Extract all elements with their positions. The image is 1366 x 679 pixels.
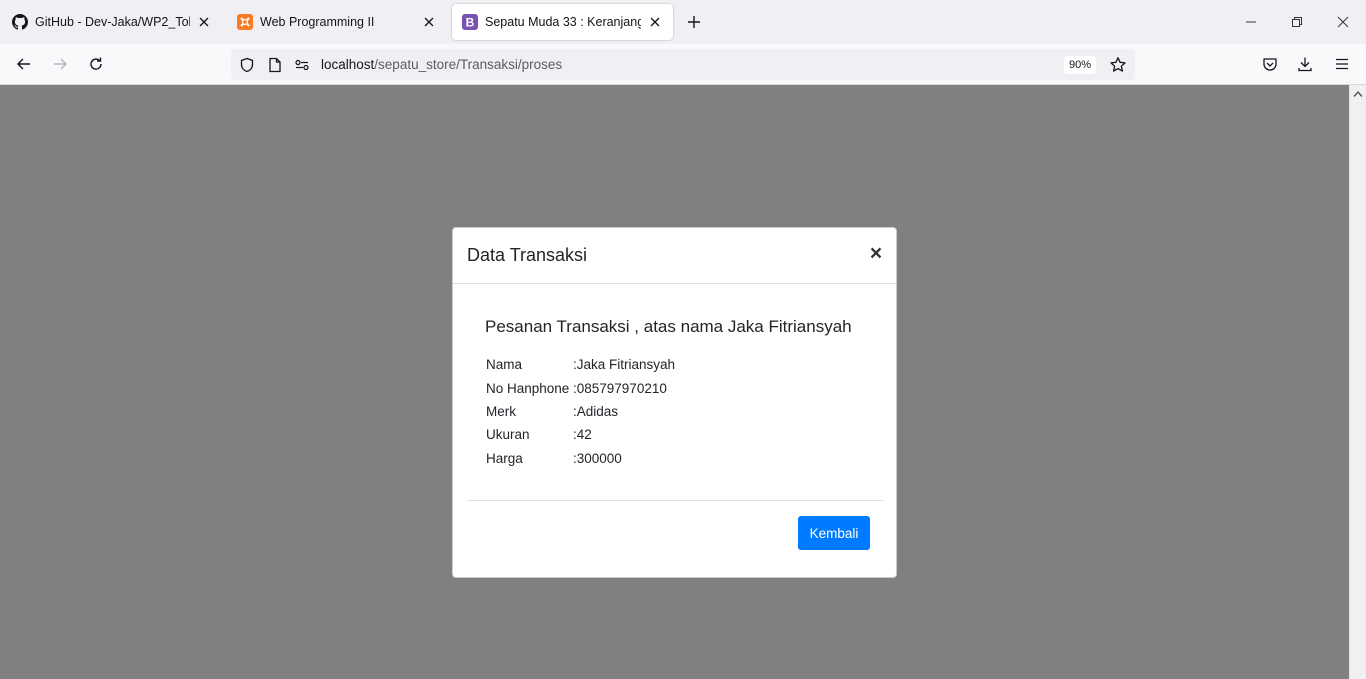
address-bar[interactable]: localhost/sepatu_store/Transaksi/proses …: [231, 49, 1135, 80]
github-icon: [12, 14, 28, 30]
menu-button[interactable]: [1330, 52, 1354, 76]
window-close-button[interactable]: [1329, 8, 1357, 36]
detail-value: :42: [573, 427, 592, 443]
detail-row-ukuran: Ukuran :42: [486, 423, 675, 446]
hamburger-menu-icon: [1336, 58, 1348, 70]
new-tab-button[interactable]: [682, 10, 706, 34]
detail-value: :300000: [573, 450, 622, 466]
arrow-right-icon: [54, 58, 67, 70]
tab-github[interactable]: GitHub - Dev-Jaka/WP2_Toko_s: [2, 4, 222, 40]
zoom-indicator[interactable]: 90%: [1064, 56, 1097, 74]
forward-button[interactable]: [48, 52, 72, 76]
detail-value: :Jaka Fitriansyah: [573, 357, 676, 373]
detail-value: :085797970210: [573, 380, 667, 396]
close-icon: [1337, 16, 1349, 28]
detail-label: No Hanphone: [486, 380, 570, 396]
restore-icon: [1292, 17, 1302, 27]
xampp-icon: [237, 14, 253, 30]
close-icon[interactable]: [196, 14, 212, 30]
downloads-button[interactable]: [1293, 52, 1317, 76]
url-path: /sepatu_store/Transaksi/proses: [374, 57, 563, 72]
detail-row-phone: No Hanphone :085797970210: [486, 376, 675, 399]
bookmark-star-icon[interactable]: [1109, 56, 1127, 74]
modal-title: Data Transaksi: [467, 245, 588, 265]
minimize-button[interactable]: [1237, 8, 1265, 36]
detail-value: :Adidas: [573, 403, 619, 419]
vertical-scrollbar[interactable]: [1349, 85, 1366, 679]
svg-text:B: B: [466, 16, 475, 30]
kembali-button[interactable]: Kembali: [798, 516, 870, 550]
navigation-toolbar: localhost/sepatu_store/Transaksi/proses …: [0, 44, 1366, 85]
tab-title: Web Programming II: [260, 15, 375, 29]
modal-close-button[interactable]: ×: [867, 243, 885, 264]
transaction-heading: Pesanan Transaksi , atas nama Jaka Fitri…: [485, 317, 852, 336]
scroll-up-arrow-icon[interactable]: [1350, 85, 1366, 102]
plus-icon: [688, 16, 700, 28]
restore-button[interactable]: [1283, 8, 1311, 36]
detail-label: Ukuran: [486, 427, 530, 443]
detail-row-harga: Harga :300000: [486, 447, 675, 470]
close-icon[interactable]: [647, 14, 663, 30]
transaction-modal: Data Transaksi × Pesanan Transaksi , ata…: [452, 227, 897, 578]
page-viewport: Data Transaksi × Pesanan Transaksi , ata…: [0, 85, 1349, 679]
detail-label: Nama: [486, 357, 523, 373]
tab-title: Sepatu Muda 33 : Keranjang: [485, 15, 641, 29]
pocket-button[interactable]: [1258, 52, 1282, 76]
detail-row-nama: Nama :Jaka Fitriansyah: [486, 353, 675, 376]
detail-label: Merk: [486, 403, 516, 419]
minimize-icon: [1246, 21, 1256, 23]
page-icon[interactable]: [266, 56, 284, 74]
reload-button[interactable]: [84, 52, 108, 76]
detail-label: Harga: [486, 450, 523, 466]
detail-row-merk: Merk :Adidas: [486, 400, 675, 423]
pocket-icon: [1263, 58, 1277, 71]
shield-icon[interactable]: [238, 56, 256, 74]
back-button[interactable]: [12, 52, 36, 76]
url-text[interactable]: localhost/sepatu_store/Transaksi/proses: [321, 57, 562, 72]
modal-divider: [467, 500, 883, 501]
url-host: localhost: [321, 57, 375, 72]
transaction-details: Nama :Jaka Fitriansyah No Hanphone :0857…: [486, 353, 675, 470]
modal-header: Data Transaksi ×: [453, 228, 896, 284]
reload-icon: [90, 57, 102, 70]
bootstrap-icon: B: [462, 14, 478, 30]
permissions-icon[interactable]: [293, 56, 311, 74]
tab-keranjang[interactable]: B Sepatu Muda 33 : Keranjang: [452, 4, 673, 40]
close-icon[interactable]: [421, 14, 437, 30]
download-icon: [1298, 57, 1312, 72]
arrow-left-icon: [17, 58, 30, 70]
tab-strip: GitHub - Dev-Jaka/WP2_Toko_s Web Program…: [0, 0, 1366, 44]
tab-web-programming[interactable]: Web Programming II: [227, 4, 447, 40]
tab-title: GitHub - Dev-Jaka/WP2_Toko_s: [35, 15, 190, 29]
